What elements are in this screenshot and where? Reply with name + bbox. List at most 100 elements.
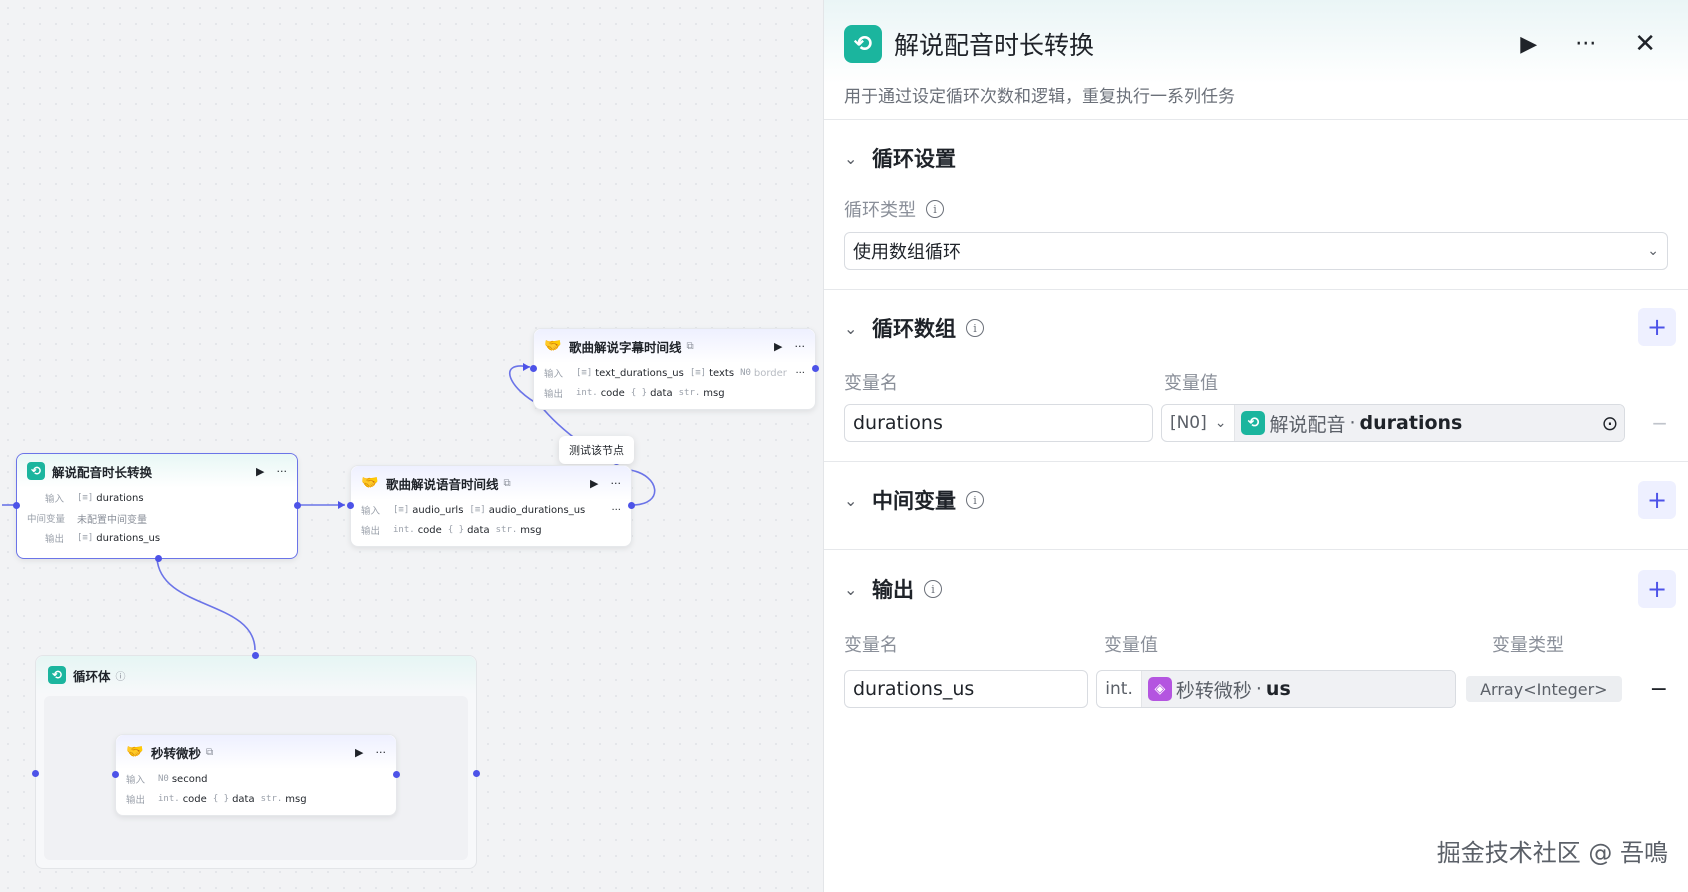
info-icon[interactable]: ⓘ [116,668,126,683]
chevron-down-icon[interactable]: ⌄ [844,149,872,168]
output-pill: str. msg [260,793,307,805]
col-var-value: 变量值 [1104,635,1158,656]
more-icon[interactable]: ··· [611,505,621,516]
output-name-input[interactable]: durations_us [844,670,1089,708]
output-pill: { } data [447,524,490,536]
more-icon[interactable]: ··· [277,465,288,478]
input-port[interactable] [347,502,354,509]
info-icon[interactable]: i [966,491,984,509]
node-voice-timeline[interactable]: 🤝 歌曲解说语音时间线 ⧉ ▶ ··· 输入 [≡] audio_urls [≡]… [347,465,635,547]
output-label: 输出 [361,526,381,537]
section-output: ⌄ 输出 i + 变量名 变量值 变量类型 durations_us int. … [824,550,1688,800]
output-pill: str. msg [495,524,542,536]
output-pill: [≡] durations_us [77,532,161,544]
loop-array-name-input[interactable]: durations [844,404,1153,442]
input-label: 输入 [544,369,564,380]
more-icon[interactable]: ··· [611,477,622,490]
input-label: 输入 [45,494,65,505]
section-loop-settings: ⌄ 循环设置 循环类型 i 使用数组循环 ⌄ [824,120,1688,290]
panel-header: ⟲ 解说配音时长转换 ▶ ··· ✕ 用于通过设定循环次数和逻辑，重复执行一系列… [824,0,1688,120]
remove-row-icon[interactable]: − [1650,677,1668,702]
remove-row-icon[interactable]: − [1651,411,1668,435]
info-icon[interactable]: i [924,580,942,598]
node-config-panel: ⟲ 解说配音时长转换 ▶ ··· ✕ 用于通过设定循环次数和逻辑，重复执行一系列… [823,0,1688,892]
chevron-down-icon: ⌄ [1214,415,1227,431]
output-value-ref[interactable]: int. ◈ 秒转微秒 · us [1096,670,1457,708]
loop-icon: ⟲ [48,666,66,684]
more-icon[interactable]: ··· [795,368,805,379]
info-icon[interactable]: i [966,319,984,337]
input-pill: N0 second [158,773,208,785]
panel-title[interactable]: 解说配音时长转换 [894,26,1094,62]
loop-body-port[interactable] [155,555,162,562]
run-icon[interactable]: ▶ [590,477,598,490]
plugin-icon: 🤝 [544,338,562,354]
output-label: 输出 [126,795,146,806]
col-var-name: 变量名 [844,373,898,394]
node-title: 歌曲解说语音时间线 [386,476,499,492]
input-pill: [≡] audio_durations_us [469,504,586,516]
loop-icon: ⟲ [1241,411,1266,435]
loop-body-output-port[interactable] [473,770,480,777]
loop-type-select[interactable]: 使用数组循环 ⌄ [844,232,1668,270]
output-pill: int. code [393,524,442,536]
add-output-button[interactable]: + [1638,570,1676,608]
loop-array-value-ref[interactable]: [N0] ⌄ ⟲ 解说配音 · durations ⊙ [1160,404,1626,442]
ref-source: 解说配音 [1269,413,1346,436]
arrow-subtitle [523,363,530,371]
plugin-tag-icon: ⧉ [503,477,511,489]
section-title[interactable]: 输出 [872,574,914,604]
plugin-tag-icon: ⧉ [686,340,694,352]
plugin-icon: 🤝 [361,475,379,491]
panel-description[interactable]: 用于通过设定循环次数和逻辑，重复执行一系列任务 [844,82,1668,107]
ref-type-select[interactable]: [N0] ⌄ [1162,405,1236,441]
section-title[interactable]: 中间变量 [872,485,956,515]
node-sec-to-us[interactable]: 🤝 秒转微秒 ⧉ ▶ ··· 输入 N0 second 输出 int. code {… [112,734,400,816]
chevron-down-icon[interactable]: ⌄ [844,580,872,599]
input-port[interactable] [13,502,20,509]
section-intermediate: ⌄ 中间变量 i + [824,462,1688,550]
node-title: 歌曲解说字幕时间线 [569,339,682,355]
test-node-tooltip: 测试该节点 [559,436,634,464]
ref-chip[interactable]: ⟲ 解说配音 · durations ⊙ [1235,405,1625,441]
ref-type-value: [N0] [1169,413,1207,433]
col-var-type: 变量类型 [1492,635,1564,656]
more-icon[interactable]: ··· [376,746,387,759]
chevron-down-icon: ⌄ [1647,243,1659,259]
input-pill: [≡] texts [689,367,735,379]
section-title[interactable]: 循环设置 [872,143,956,173]
workflow-canvas[interactable]: 🤝 歌曲解说字幕时间线 ⧉ ▶ ··· 输入 [≡] text_durations… [0,0,823,892]
add-intermediate-button[interactable]: + [1638,481,1676,519]
output-pill: int. code [576,387,625,399]
output-port[interactable] [812,365,819,372]
run-icon[interactable]: ▶ [774,340,782,353]
loop-type-label: 循环类型 [844,200,916,221]
run-icon[interactable]: ▶ [355,746,363,759]
variable-picker-icon[interactable]: ⊙ [1601,411,1618,435]
add-loop-array-button[interactable]: + [1638,308,1676,346]
loop-body-input-port[interactable] [32,770,39,777]
close-icon[interactable]: ✕ [1634,29,1656,59]
input-pill: N0 border [740,367,787,379]
loop-type-value: 使用数组循环 [853,242,961,263]
node-subtitle-timeline[interactable]: 🤝 歌曲解说字幕时间线 ⧉ ▶ ··· 输入 [≡] text_durations… [530,328,819,410]
input-port[interactable] [530,365,537,372]
output-port[interactable] [294,502,301,509]
chevron-down-icon[interactable]: ⌄ [844,491,872,510]
info-icon[interactable]: i [926,200,944,218]
chevron-down-icon[interactable]: ⌄ [844,319,872,338]
run-icon[interactable]: ▶ [256,465,264,478]
input-port[interactable] [112,771,119,778]
loop-body-top-port[interactable] [252,652,259,659]
ref-chip[interactable]: ◈ 秒转微秒 · us [1141,671,1456,707]
output-port[interactable] [393,771,400,778]
col-var-value: 变量值 [1164,373,1218,394]
run-icon[interactable]: ▶ [1520,32,1537,57]
more-icon[interactable]: ··· [1575,32,1596,57]
output-port[interactable] [628,502,635,509]
output-pill: str. msg [678,387,725,399]
edge-loop-body [156,557,256,651]
more-icon[interactable]: ··· [795,340,806,353]
section-title[interactable]: 循环数组 [872,313,956,343]
node-loop-converter[interactable]: ⟲ 解说配音时长转换 ▶ ··· 输入 [≡] durations 中间变量 未配… [13,453,301,562]
